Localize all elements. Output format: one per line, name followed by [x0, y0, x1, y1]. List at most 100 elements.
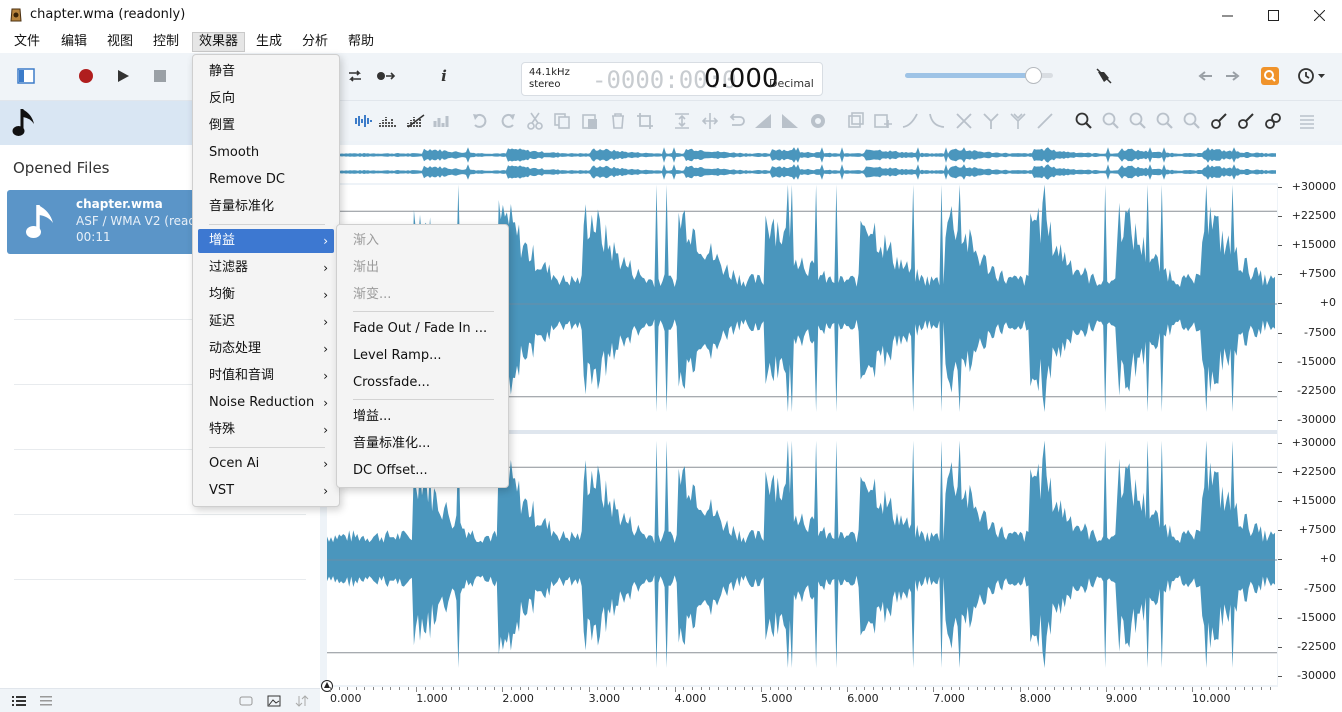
- time-tick: [485, 687, 487, 690]
- delete-icon[interactable]: [608, 111, 628, 131]
- add-region-icon[interactable]: [873, 111, 893, 131]
- menu-edit[interactable]: 编辑: [55, 32, 93, 52]
- channel-list-icon[interactable]: [1297, 111, 1317, 131]
- mute-icon[interactable]: [1094, 66, 1114, 86]
- time-tick: [993, 687, 995, 690]
- spectrogram-off-icon[interactable]: [406, 111, 426, 131]
- menu-item-filter[interactable]: 过滤器 ›: [198, 256, 334, 280]
- undo-icon[interactable]: [470, 111, 490, 131]
- copy-icon[interactable]: [552, 111, 572, 131]
- waveform-overview[interactable]: [338, 145, 1278, 183]
- back-arrow-icon[interactable]: [1196, 66, 1216, 86]
- menu-item-invert[interactable]: 倒置: [198, 114, 334, 138]
- menu-item-gain-dialog[interactable]: 增益...: [342, 405, 503, 429]
- zoom-fit-icon[interactable]: [1155, 111, 1175, 131]
- info-icon[interactable]: i: [434, 66, 454, 86]
- record-icon[interactable]: [76, 66, 96, 86]
- overview-path: [338, 164, 1276, 180]
- split-icon[interactable]: [954, 111, 974, 131]
- time-tick: [709, 687, 711, 690]
- volume-slider-thumb[interactable]: [1024, 67, 1042, 84]
- menu-item-ocen-ai[interactable]: Ocen Ai ›: [198, 452, 334, 476]
- time-tick: [881, 687, 883, 690]
- menu-item-dc-offset[interactable]: DC Offset...: [342, 459, 503, 483]
- menu-item-delay[interactable]: 延迟 ›: [198, 310, 334, 334]
- menu-item-reverse[interactable]: 反向: [198, 87, 334, 111]
- crop-icon[interactable]: [635, 111, 655, 131]
- forward-arrow-icon[interactable]: [1222, 66, 1242, 86]
- waveform-view-icon[interactable]: [352, 111, 372, 131]
- region-icon[interactable]: [846, 111, 866, 131]
- menu-help[interactable]: 帮助: [342, 32, 380, 52]
- menu-item-eq[interactable]: 均衡 ›: [198, 283, 334, 307]
- menu-item-crossfade[interactable]: Crossfade...: [342, 371, 503, 395]
- time-tick: [1010, 687, 1012, 690]
- effect-icon[interactable]: [808, 111, 828, 131]
- zoom-out-icon[interactable]: [1101, 111, 1121, 131]
- curve-icon[interactable]: [900, 111, 920, 131]
- insert-silence-icon[interactable]: [672, 111, 692, 131]
- menu-item-smooth[interactable]: Smooth: [198, 141, 334, 165]
- menu-item-vst[interactable]: VST ›: [198, 479, 334, 503]
- redo-icon[interactable]: [498, 111, 518, 131]
- link-icon[interactable]: [1263, 111, 1283, 131]
- minimize-button[interactable]: [1204, 0, 1250, 31]
- time-format[interactable]: Decimal: [769, 77, 814, 90]
- menu-control[interactable]: 控制: [147, 32, 185, 52]
- menu-item-dynamics[interactable]: 动态处理 ›: [198, 337, 334, 361]
- level-meter-icon[interactable]: [432, 111, 452, 131]
- menu-item-level-ramp[interactable]: Level Ramp...: [342, 344, 503, 368]
- volume-slider[interactable]: [905, 67, 1053, 84]
- menu-item-special[interactable]: 特殊 ›: [198, 418, 334, 442]
- menu-file[interactable]: 文件: [8, 32, 46, 52]
- menu-analyze[interactable]: 分析: [296, 32, 334, 52]
- play-icon[interactable]: [113, 66, 133, 86]
- time-tick: [511, 687, 513, 690]
- file-item[interactable]: chapter.wma ASF / WMA V2 (readonly) 00:1…: [7, 190, 207, 254]
- menu-item-fade-out-fade-in[interactable]: Fade Out / Fade In ...: [342, 317, 503, 341]
- close-button[interactable]: [1296, 0, 1342, 31]
- sidebar-toggle-icon[interactable]: [16, 66, 36, 86]
- menu-item-normalize[interactable]: 音量标准化: [198, 195, 334, 219]
- compact-list-icon[interactable]: [40, 696, 52, 706]
- chevron-right-icon: ›: [323, 396, 328, 410]
- menu-generate[interactable]: 生成: [250, 32, 288, 52]
- menu-item-normalize-dialog[interactable]: 音量标准化...: [342, 432, 503, 456]
- spectrum-view-icon[interactable]: [378, 111, 398, 131]
- playhead-marker-icon[interactable]: [320, 679, 334, 693]
- history-icon[interactable]: [1296, 66, 1328, 86]
- fade-in-icon[interactable]: [753, 111, 773, 131]
- file-info-icon[interactable]: [239, 695, 253, 707]
- line-icon[interactable]: [1035, 111, 1055, 131]
- time-tick: [1226, 687, 1228, 690]
- search-app-icon[interactable]: [1260, 66, 1280, 86]
- divider: [14, 514, 306, 515]
- follow-cursor-icon[interactable]: [376, 66, 396, 86]
- curve-alt-icon[interactable]: [927, 111, 947, 131]
- zoom-in-icon[interactable]: [1074, 111, 1094, 131]
- reverse-icon[interactable]: [726, 111, 746, 131]
- menu-item-time-pitch[interactable]: 时值和音调 ›: [198, 364, 334, 388]
- menu-item-noise-reduction[interactable]: Noise Reduction ›: [198, 391, 334, 415]
- list-view-icon[interactable]: [12, 696, 26, 706]
- paste-icon[interactable]: [580, 111, 600, 131]
- menu-item-remove-dc[interactable]: Remove DC: [198, 168, 334, 192]
- zoom-full-icon[interactable]: [1182, 111, 1202, 131]
- sort-icon[interactable]: [295, 695, 309, 707]
- zoom-selection-icon[interactable]: [1128, 111, 1148, 131]
- menu-item-gain[interactable]: 增益 ›: [198, 229, 334, 253]
- menu-view[interactable]: 视图: [101, 32, 139, 52]
- merge-icon[interactable]: [981, 111, 1001, 131]
- tool-alt-icon[interactable]: [1236, 111, 1256, 131]
- cut-icon[interactable]: [525, 111, 545, 131]
- fade-out-icon[interactable]: [780, 111, 800, 131]
- menu-effects[interactable]: 效果器: [192, 32, 246, 52]
- tool-icon[interactable]: [1209, 111, 1229, 131]
- maximize-button[interactable]: [1250, 0, 1296, 31]
- trim-icon[interactable]: [700, 111, 720, 131]
- stop-icon[interactable]: [150, 66, 170, 86]
- merge-alt-icon[interactable]: [1008, 111, 1028, 131]
- loop-icon[interactable]: [345, 66, 365, 86]
- image-icon[interactable]: [267, 695, 281, 707]
- menu-item-silence[interactable]: 静音: [198, 60, 334, 84]
